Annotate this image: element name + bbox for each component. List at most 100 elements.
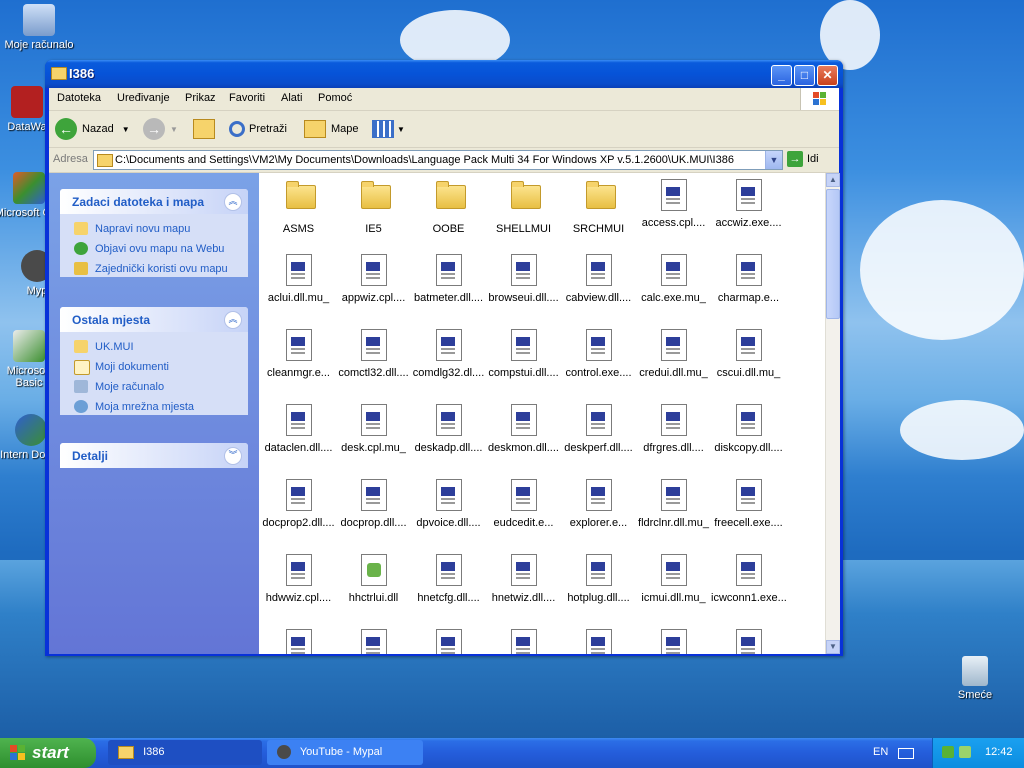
file-item[interactable]: aclui.dll.mu_ [261,254,336,304]
collapse-icon[interactable]: ︽ [224,311,242,329]
file-item[interactable] [486,629,561,654]
file-item[interactable]: charmap.e... [711,254,786,304]
folders-button[interactable]: Mape [304,117,359,141]
file-item[interactable] [336,629,411,654]
file-item[interactable]: hhctrlui.dll [336,554,411,604]
place-network[interactable]: Moja mrežna mjesta [60,397,248,417]
search-button[interactable]: Pretraži [229,117,287,141]
file-item[interactable]: deskmon.dll.... [486,404,561,454]
file-item[interactable]: icmui.dll.mu_ [636,554,711,604]
panel-header[interactable]: Zadaci datoteka i mapa ︽ [60,189,248,214]
file-item[interactable]: cabview.dll.... [561,254,636,304]
menu-favorites[interactable]: Favoriti [229,92,265,104]
place-my-computer[interactable]: Moje računalo [60,377,248,397]
menu-tools[interactable]: Alati [281,92,302,104]
file-item[interactable] [411,629,486,654]
collapse-icon[interactable]: ︽ [224,193,242,211]
file-item[interactable]: browseui.dll.... [486,254,561,304]
start-button[interactable]: start [0,738,96,768]
scroll-down-icon[interactable]: ▼ [826,640,840,654]
file-item[interactable]: comdlg32.dl.... [411,329,486,379]
up-button[interactable] [193,117,215,141]
file-item[interactable]: cscui.dll.mu_ [711,329,786,379]
file-item[interactable]: docprop2.dll.... [261,479,336,529]
scroll-thumb[interactable] [826,189,840,319]
file-item[interactable]: diskcopy.dll.... [711,404,786,454]
file-item[interactable]: hnetcfg.dll.... [411,554,486,604]
file-item[interactable] [561,629,636,654]
file-item[interactable]: comctl32.dll.... [336,329,411,379]
file-item[interactable] [711,629,786,654]
file-item[interactable]: freecell.exe.... [711,479,786,529]
go-button[interactable]: → Idi [787,151,819,167]
address-input[interactable]: C:\Documents and Settings\VM2\My Documen… [93,150,783,170]
file-item[interactable]: calc.exe.mu_ [636,254,711,304]
file-icon-wrap [510,554,537,586]
file-icon-wrap [735,254,762,286]
keyboard-icon[interactable] [898,748,914,759]
file-item[interactable]: deskperf.dll.... [561,404,636,454]
menu-view[interactable]: Prikaz [185,92,216,104]
expand-icon[interactable]: ︾ [224,447,242,465]
folder-item[interactable]: IE5 [336,179,411,235]
folder-item[interactable]: SRCHMUI [561,179,636,235]
folder-item[interactable]: ASMS [261,179,336,235]
file-item[interactable]: compstui.dll.... [486,329,561,379]
file-item[interactable]: access.cpl.... [636,179,711,229]
file-item[interactable]: hdwwiz.cpl.... [261,554,336,604]
file-item[interactable]: batmeter.dll.... [411,254,486,304]
file-item[interactable]: docprop.dll.... [336,479,411,529]
file-item[interactable]: credui.dll.mu_ [636,329,711,379]
close-button[interactable]: ✕ [817,65,838,86]
folder-item[interactable]: SHELLMUI [486,179,561,235]
maximize-button[interactable]: □ [794,65,815,86]
panel-header[interactable]: Ostala mjesta ︽ [60,307,248,332]
file-item[interactable]: explorer.e... [561,479,636,529]
menu-file[interactable]: Datoteka [57,92,101,104]
task-new-folder[interactable]: Napravi novu mapu [60,219,248,239]
file-item[interactable]: cleanmgr.e... [261,329,336,379]
menu-help[interactable]: Pomoć [318,92,352,104]
network-icon[interactable] [942,746,954,758]
desktop-icon-recycle-bin[interactable]: Smeće [940,656,1010,701]
menu-edit[interactable]: Uređivanje [117,92,170,104]
address-label: Adresa [53,153,88,165]
file-item[interactable]: hotplug.dll.... [561,554,636,604]
chevron-down-icon[interactable]: ▼ [765,151,782,169]
file-item[interactable]: desk.cpl.mu_ [336,404,411,454]
back-button[interactable]: ← Nazad ▼ [55,117,130,141]
clock[interactable]: 12:42 [985,746,1013,758]
scroll-up-icon[interactable]: ▲ [826,173,840,187]
file-item[interactable]: dpvoice.dll.... [411,479,486,529]
file-item[interactable]: dataclen.dll.... [261,404,336,454]
file-icon-wrap [585,254,612,286]
safely-remove-icon[interactable] [959,746,971,758]
forward-button[interactable]: → ▼ [143,117,178,141]
file-item[interactable]: hnetwiz.dll.... [486,554,561,604]
views-button[interactable]: ▼ [372,117,405,141]
file-name: comdlg32.dl.... [412,367,485,379]
place-my-documents[interactable]: Moji dokumenti [60,357,248,377]
vertical-scrollbar[interactable]: ▲ ▼ [825,173,840,654]
file-item[interactable]: accwiz.exe.... [711,179,786,229]
file-item[interactable]: control.exe.... [561,329,636,379]
place-uk-mui[interactable]: UK.MUI [60,337,248,357]
minimize-button[interactable]: _ [771,65,792,86]
language-indicator[interactable]: EN [873,746,888,758]
file-item[interactable]: icwconn1.exe.... [711,554,786,604]
file-item[interactable]: dfrgres.dll.... [636,404,711,454]
desktop-icon-my-computer[interactable]: Moje računalo [4,4,74,51]
file-item[interactable] [636,629,711,654]
task-youtube[interactable]: YouTube - Mypal [267,740,423,765]
task-publish-web[interactable]: Objavi ovu mapu na Webu [60,239,248,259]
folder-item[interactable]: OOBE [411,179,486,235]
title-bar[interactable]: I386 _ □ ✕ [45,60,843,88]
file-item[interactable]: eudcedit.e... [486,479,561,529]
file-item[interactable]: fldrclnr.dll.mu_ [636,479,711,529]
file-item[interactable]: appwiz.cpl.... [336,254,411,304]
task-share-folder[interactable]: Zajednički koristi ovu mapu [60,259,248,279]
file-item[interactable]: deskadp.dll.... [411,404,486,454]
task-i386[interactable]: I386 [108,740,262,765]
file-item[interactable] [261,629,336,654]
panel-header[interactable]: Detalji ︾ [60,443,248,468]
